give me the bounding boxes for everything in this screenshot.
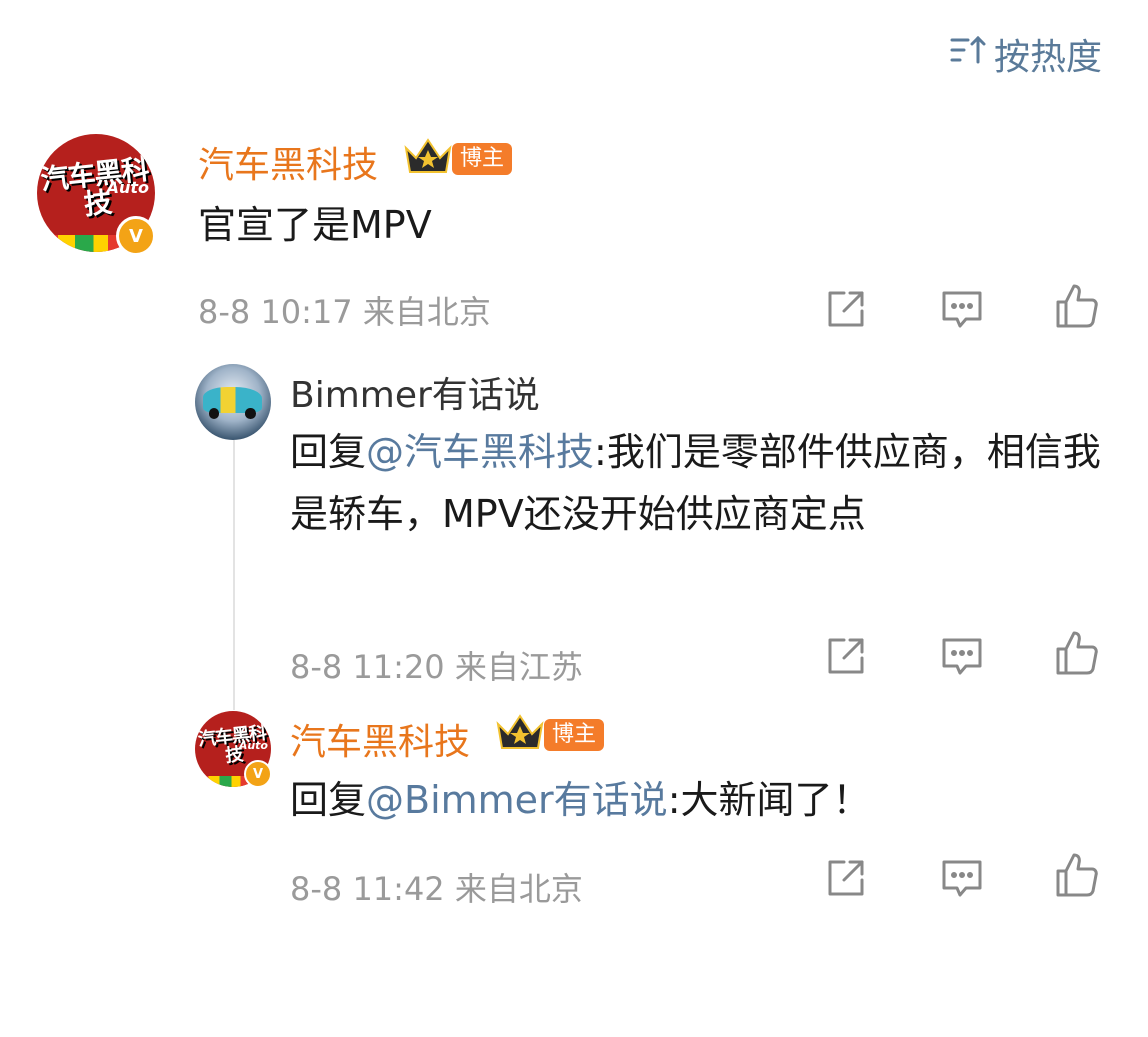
comment-icon <box>942 860 982 897</box>
share-button[interactable] <box>822 285 870 333</box>
mention-link[interactable]: @汽车黑科技 <box>366 430 594 474</box>
like-button[interactable] <box>1052 629 1100 677</box>
comment-icon <box>942 291 982 328</box>
reply-prefix: 回复 <box>290 430 367 474</box>
comment-time: 8-8 11:42 <box>290 870 445 908</box>
comment-location: 来自江苏 <box>454 648 583 686</box>
comment-meta: 8-8 11:42 来自北京 <box>290 864 583 910</box>
like-button[interactable] <box>1052 851 1100 899</box>
comment-location: 来自北京 <box>454 870 583 908</box>
avatar-logo-brand: Auto <box>106 178 149 197</box>
crown-icon <box>494 712 546 758</box>
reply-prefix: 回复 <box>290 778 367 822</box>
comment-time: 8-8 10:17 <box>198 293 353 331</box>
crown-icon <box>402 136 454 182</box>
comment-location: 来自北京 <box>362 293 491 331</box>
share-button[interactable] <box>822 632 870 680</box>
comment-button[interactable] <box>938 632 986 680</box>
sort-icon <box>948 30 988 79</box>
comment-button[interactable] <box>938 854 986 902</box>
avatar-wheel <box>245 408 256 419</box>
avatar-logo-brand: Auto <box>238 739 268 752</box>
like-button[interactable] <box>1052 282 1100 330</box>
avatar[interactable] <box>195 364 271 440</box>
share-icon <box>828 638 864 674</box>
blogger-badge: 博主 <box>452 143 513 175</box>
comment-meta: 8-8 10:17 来自北京 <box>198 287 491 333</box>
reply-body: :大新闻了！ <box>667 778 871 822</box>
share-button[interactable] <box>822 854 870 902</box>
comment-icon <box>942 638 982 675</box>
blogger-badge: 博主 <box>544 719 605 751</box>
thumbs-up-icon <box>1056 631 1098 675</box>
comment-time: 8-8 11:20 <box>290 648 445 686</box>
verified-icon: V <box>116 216 156 256</box>
avatar-wheel <box>208 408 220 419</box>
comment-text: 官宣了是MPV <box>198 203 432 247</box>
share-icon <box>828 860 864 896</box>
share-icon <box>828 291 864 327</box>
comment-meta: 8-8 11:20 来自江苏 <box>290 642 583 688</box>
reply-text: 回复@汽车黑科技:我们是零部件供应商，相信我是轿车，MPV还没开始供应商定点 <box>290 421 1120 545</box>
thread-line <box>233 440 235 710</box>
author-name[interactable]: 汽车黑科技 <box>198 136 378 188</box>
comment-button[interactable] <box>938 285 986 333</box>
mention-link[interactable]: @Bimmer有话说 <box>366 778 668 822</box>
sort-label: 按热度 <box>993 37 1102 78</box>
thumbs-up-icon <box>1056 853 1098 897</box>
author-name[interactable]: Bimmer有话说 <box>290 366 540 418</box>
author-name[interactable]: 汽车黑科技 <box>290 713 470 765</box>
sort-by-hot-button[interactable]: 按热度 <box>948 28 1102 80</box>
thumbs-up-icon <box>1056 284 1098 328</box>
verified-icon: V <box>244 760 272 788</box>
reply-text: 回复@Bimmer有话说:大新闻了！ <box>290 769 871 831</box>
